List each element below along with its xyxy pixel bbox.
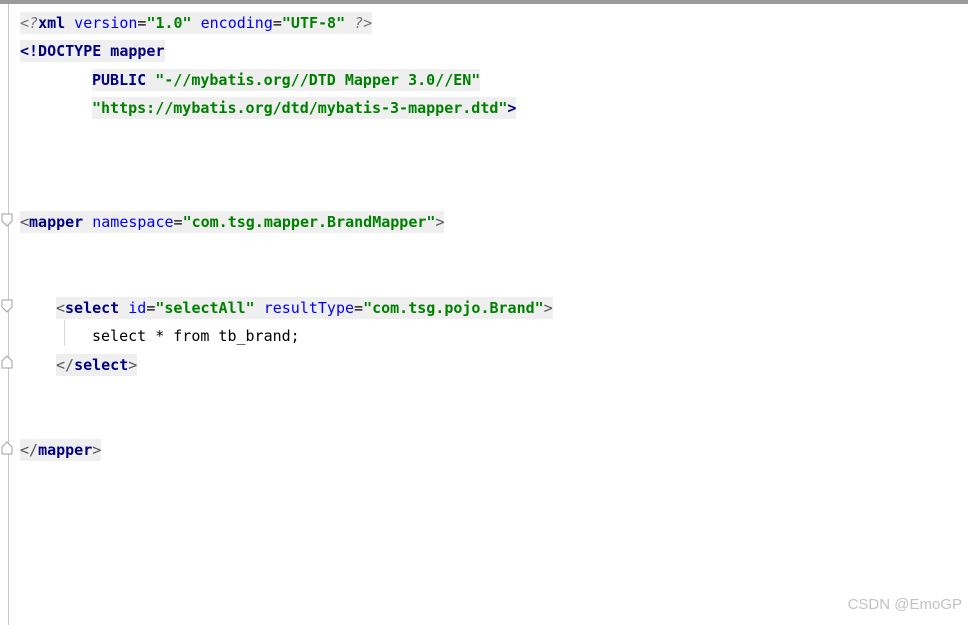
tag-select: select <box>74 356 129 374</box>
equals-sign: = <box>354 299 364 317</box>
tag-bracket: > <box>435 213 445 231</box>
sql-statement: select * from tb_brand; <box>92 327 300 345</box>
value-encoding: "UTF-8" <box>281 14 346 32</box>
indent-guide <box>64 320 65 346</box>
pi-close: ?> <box>345 14 373 32</box>
tag-bracket: > <box>128 356 138 374</box>
value-result-type: "com.tsg.pojo.Brand" <box>363 299 544 317</box>
code-line-select-close[interactable]: </select> <box>56 354 138 376</box>
tag-mapper: mapper <box>38 441 93 459</box>
attr-version: version <box>65 14 138 32</box>
value-version: "1.0" <box>146 14 192 32</box>
public-keyword: PUBLIC <box>92 71 147 89</box>
code-line-xml-declaration[interactable]: <?xml version="1.0" encoding="UTF-8" ?> <box>20 12 373 34</box>
fold-open-icon[interactable] <box>1 213 13 227</box>
tag-bracket: < <box>20 213 30 231</box>
attr-id: id <box>119 299 147 317</box>
equals-sign: = <box>173 213 183 231</box>
tag-bracket: </ <box>20 441 39 459</box>
pi-name: xml <box>38 14 66 32</box>
tag-bracket: < <box>56 299 66 317</box>
code-line-doctype[interactable]: <!DOCTYPE mapper <box>20 40 165 62</box>
doctype-name: mapper <box>101 42 165 60</box>
fold-end-icon[interactable] <box>1 441 13 455</box>
tag-bracket: > <box>92 441 102 459</box>
tag-mapper: mapper <box>29 213 84 231</box>
code-line-mapper-close[interactable]: </mapper> <box>20 439 102 461</box>
value-id: "selectAll" <box>155 299 255 317</box>
code-line-select-open[interactable]: <select id="selectAll" resultType="com.t… <box>56 297 553 319</box>
equals-sign: = <box>146 299 156 317</box>
doctype-close: > <box>507 99 517 117</box>
public-id-value: "-//mybatis.org//DTD Mapper 3.0//EN" <box>146 71 481 89</box>
fold-end-icon[interactable] <box>1 355 13 369</box>
code-line-public-id[interactable]: PUBLIC "-//mybatis.org//DTD Mapper 3.0//… <box>92 69 481 91</box>
code-line-sql-body[interactable]: select * from tb_brand; <box>92 325 300 347</box>
code-line-dtd-url[interactable]: "https://mybatis.org/dtd/mybatis-3-mappe… <box>92 97 517 119</box>
attr-result-type: resultType <box>254 299 355 317</box>
tag-select: select <box>65 299 120 317</box>
watermark: CSDN @EmoGP <box>847 596 962 613</box>
tag-bracket: > <box>543 299 553 317</box>
dtd-url-value: "https://mybatis.org/dtd/mybatis-3-mappe… <box>92 99 508 117</box>
value-namespace: "com.tsg.mapper.BrandMapper" <box>182 213 436 231</box>
pi-open: <? <box>20 14 39 32</box>
attr-namespace: namespace <box>83 213 174 231</box>
attr-encoding: encoding <box>191 14 273 32</box>
tag-bracket: </ <box>56 356 75 374</box>
code-editor[interactable]: <?xml version="1.0" encoding="UTF-8" ?> … <box>0 0 968 625</box>
code-line-mapper-open[interactable]: <mapper namespace="com.tsg.mapper.BrandM… <box>20 211 445 233</box>
doctype-keyword: <!DOCTYPE <box>20 42 102 60</box>
fold-open-icon[interactable] <box>1 299 13 313</box>
equals-sign: = <box>272 14 282 32</box>
